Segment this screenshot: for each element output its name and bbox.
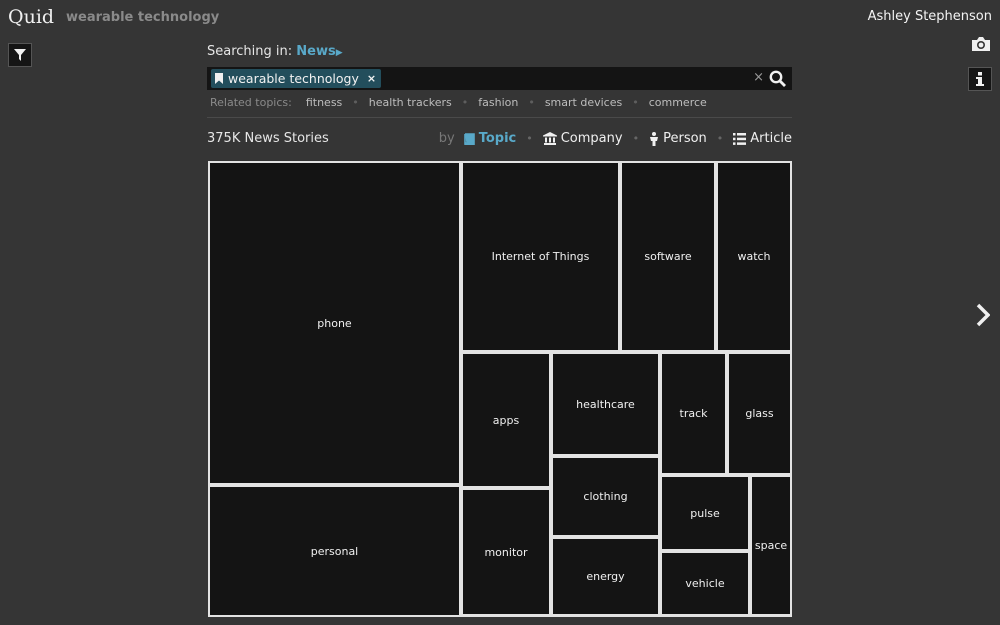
treemap-cell[interactable]: glass	[729, 354, 790, 473]
group-by-article[interactable]: Article	[733, 131, 792, 146]
treemap-cell[interactable]: monitor	[463, 490, 549, 614]
query-chip[interactable]: wearable technology ×	[211, 69, 382, 88]
treemap-cell[interactable]: space	[752, 477, 790, 614]
topic-treemap: phone personal Internet of Things softwa…	[208, 161, 792, 617]
clear-search-icon[interactable]: ×	[753, 70, 764, 85]
quid-logo[interactable]: Quid	[8, 6, 54, 28]
treemap-cell[interactable]: vehicle	[662, 553, 748, 614]
results-count: 375K News Stories	[207, 131, 329, 146]
camera-button[interactable]	[970, 35, 992, 53]
camera-icon	[972, 37, 990, 51]
related-topic[interactable]: fashion	[478, 96, 518, 109]
treemap-cell[interactable]: apps	[463, 354, 549, 486]
filter-button[interactable]	[8, 43, 32, 67]
search-source: Searching in: News▶	[207, 44, 343, 59]
separator: •	[632, 96, 639, 109]
bookmark-icon	[215, 73, 223, 84]
group-by-selector: by Topic • Company • Person • Article	[439, 131, 792, 146]
group-by-person[interactable]: Person	[649, 131, 707, 146]
group-by-topic[interactable]: Topic	[463, 131, 516, 146]
treemap-cell[interactable]: Internet of Things	[463, 163, 618, 350]
separator: •	[716, 132, 724, 145]
separator: •	[352, 96, 359, 109]
chip-remove-icon[interactable]: ×	[367, 72, 376, 85]
divider	[207, 117, 792, 118]
chevron-right-icon	[976, 303, 990, 327]
separator: •	[632, 132, 640, 145]
book-icon	[463, 132, 475, 145]
treemap-cell[interactable]: phone	[210, 163, 459, 483]
treemap-cell[interactable]: healthcare	[553, 354, 658, 454]
treemap-cell[interactable]: track	[662, 354, 725, 473]
search-bar[interactable]: wearable technology × ×	[207, 67, 792, 90]
list-icon	[733, 132, 747, 145]
related-topics: Related topics: fitness • health tracker…	[210, 96, 707, 109]
separator: •	[528, 96, 535, 109]
separator: •	[461, 96, 469, 109]
info-button[interactable]	[968, 67, 992, 91]
treemap-cell[interactable]: pulse	[662, 477, 748, 549]
related-topics-label: Related topics:	[210, 96, 292, 109]
info-icon	[976, 72, 984, 86]
person-icon	[650, 131, 659, 146]
searching-label: Searching in:	[207, 44, 293, 59]
query-chip-label: wearable technology	[228, 71, 359, 86]
group-by-label: by	[438, 131, 455, 146]
caret-right-icon[interactable]: ▶	[336, 48, 343, 58]
related-topic[interactable]: fitness	[306, 96, 342, 109]
related-topic[interactable]: commerce	[649, 96, 707, 109]
user-name[interactable]: Ashley Stephenson	[868, 9, 992, 24]
next-button[interactable]	[974, 302, 992, 328]
related-topic[interactable]: health trackers	[369, 96, 452, 109]
bank-icon	[542, 132, 557, 145]
treemap-cell[interactable]: personal	[210, 487, 459, 615]
treemap-cell[interactable]: watch	[718, 163, 790, 350]
search-icon[interactable]	[769, 70, 786, 87]
treemap-cell[interactable]: software	[622, 163, 714, 350]
filter-icon	[14, 49, 26, 61]
related-topic[interactable]: smart devices	[545, 96, 622, 109]
source-dropdown[interactable]: News	[296, 44, 335, 59]
separator: •	[526, 132, 533, 145]
page-title: wearable technology	[66, 10, 220, 25]
group-by-company[interactable]: Company	[542, 131, 623, 146]
treemap-cell[interactable]: clothing	[553, 458, 658, 535]
treemap-cell[interactable]: energy	[553, 539, 658, 614]
